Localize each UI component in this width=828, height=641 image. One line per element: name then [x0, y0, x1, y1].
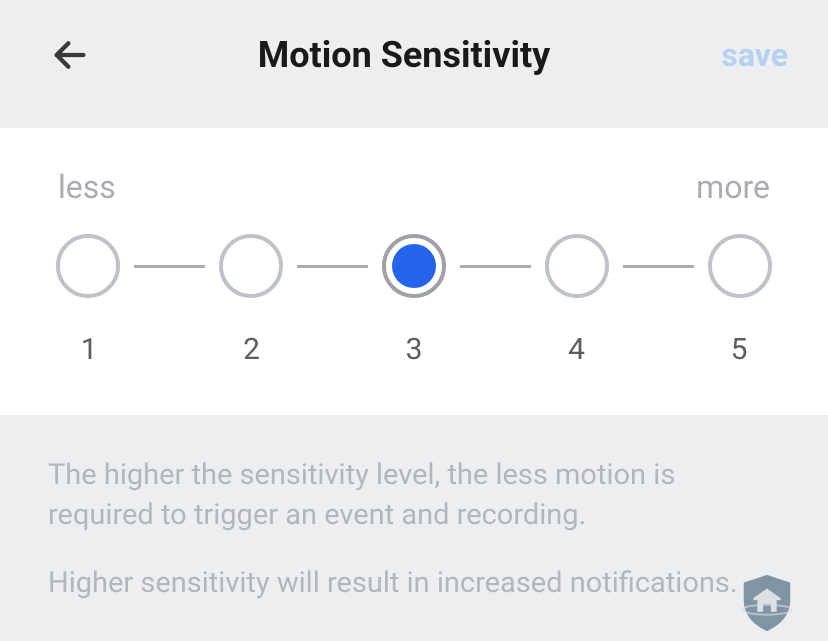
description-paragraph-2: Higher sensitivity will result in increa…: [48, 563, 780, 603]
slider-step-numbers: 1 2 3 4 5: [50, 332, 778, 367]
save-button[interactable]: save: [708, 36, 788, 74]
slider-number-5: 5: [724, 332, 754, 367]
slider-step-selected-fill: [392, 244, 436, 288]
sensitivity-slider-card: less more 1 2 3 4 5: [0, 128, 828, 415]
description-block: The higher the sensitivity level, the le…: [0, 415, 828, 641]
slider-end-labels: less more: [50, 168, 778, 206]
slider-step-1[interactable]: [56, 234, 120, 298]
slider-connector: [460, 265, 531, 268]
slider-step-3[interactable]: [382, 234, 446, 298]
shield-house-icon: [736, 571, 798, 633]
slider-step-4[interactable]: [545, 234, 609, 298]
slider-number-1: 1: [74, 332, 104, 367]
slider-label-less: less: [58, 168, 116, 206]
slider-number-3: 3: [399, 332, 429, 367]
back-button[interactable]: [40, 25, 100, 85]
arrow-left-icon: [50, 35, 90, 75]
slider-connector: [297, 265, 368, 268]
slider-number-4: 4: [562, 332, 592, 367]
slider-connector: [623, 265, 694, 268]
slider-track: [50, 234, 778, 298]
slider-number-2: 2: [237, 332, 267, 367]
slider-connector: [134, 265, 205, 268]
slider-label-more: more: [696, 168, 770, 206]
description-paragraph-1: The higher the sensitivity level, the le…: [48, 455, 780, 535]
header-bar: Motion Sensitivity save: [0, 0, 828, 110]
page-title: Motion Sensitivity: [100, 34, 708, 76]
slider-step-2[interactable]: [219, 234, 283, 298]
slider-step-5[interactable]: [708, 234, 772, 298]
